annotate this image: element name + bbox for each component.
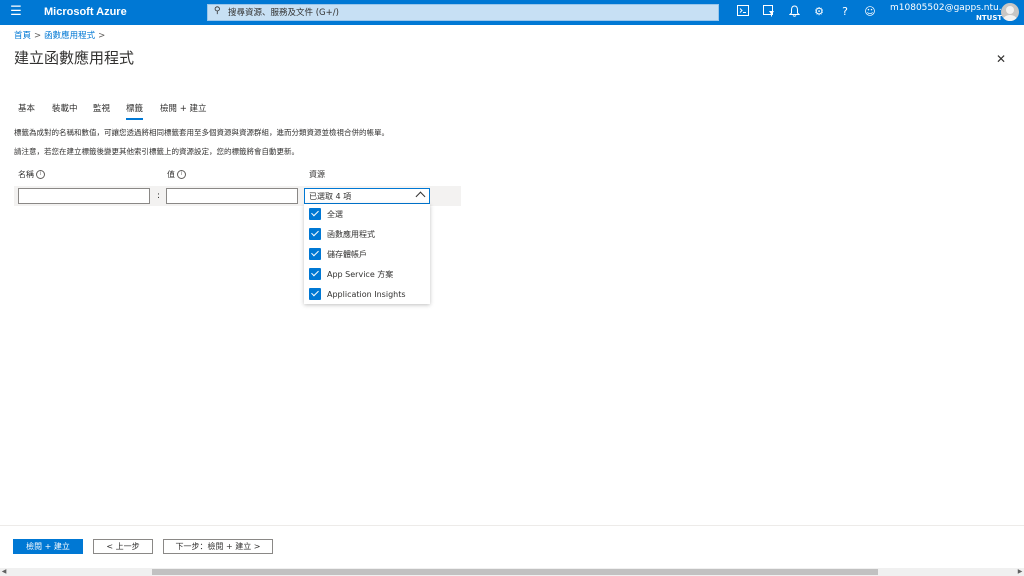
account-email[interactable]: m10805502@gapps.ntu... [890,3,1007,14]
tags-note: 請注意，若您在建立標籤後變更其他索引標籤上的資源設定，您的標籤將會自動更新。 [14,147,299,156]
option-storage-account[interactable]: 儲存體帳戶 [309,246,425,262]
name-header-label: 名稱 [18,170,34,179]
tag-name-input[interactable] [18,188,150,204]
avatar[interactable] [1001,3,1019,21]
search-input[interactable] [228,6,708,19]
bell-icon[interactable] [787,5,801,19]
option-application-insights[interactable]: Application Insights [309,286,425,302]
cloud-shell-icon[interactable] [736,5,750,19]
search-box[interactable]: ⚲ [207,4,719,21]
scroll-right-icon[interactable]: ▶ [1016,568,1024,576]
value-column-header: 值i [167,169,186,180]
option-function-app[interactable]: 函數應用程式 [309,226,425,242]
breadcrumb-home[interactable]: 首頁 [14,31,31,41]
checkbox-checked-icon[interactable] [309,268,321,280]
value-header-label: 值 [167,170,175,179]
checkbox-checked-icon[interactable] [309,228,321,240]
tab-hosting[interactable]: 裝載中 [52,103,78,115]
breadcrumb: 首頁 > 函數應用程式 > [14,31,108,42]
feedback-icon[interactable]: ☺ [863,5,877,19]
help-icon[interactable]: ? [838,5,852,19]
scrollbar-thumb[interactable] [152,569,878,575]
resource-column-header: 資源 [309,170,325,179]
name-value-separator: : [157,191,161,201]
checkbox-checked-icon[interactable] [309,288,321,300]
info-icon[interactable]: i [177,170,186,179]
tab-monitoring[interactable]: 監視 [93,103,110,115]
option-label: 儲存體帳戶 [327,250,367,259]
tag-value-input[interactable] [166,188,298,204]
tags-description: 標籤為成對的名稱和數值，可讓您透過將相同標籤套用至多個資源與資源群組，進而分類資… [14,128,389,137]
resource-dropdown-panel: 全選 函數應用程式 儲存體帳戶 App Service 方案 Applicati… [304,204,430,304]
previous-button[interactable]: < 上一步 [93,539,153,554]
close-icon[interactable]: ✕ [994,52,1008,66]
tab-tags[interactable]: 標籤 [126,103,144,120]
top-bar: ☰ Microsoft Azure ⚲ ⚙ ? ☺ m10805502@gapp… [0,0,1024,25]
tab-review-create[interactable]: 檢閱 + 建立 [160,103,207,115]
scroll-left-icon[interactable]: ◀ [0,568,8,576]
resource-dropdown-value: 已選取 4 項 [309,192,352,201]
option-label: 全選 [327,210,343,219]
chevron-up-icon [415,191,426,202]
tab-basics[interactable]: 基本 [18,103,35,115]
option-label: Application Insights [327,290,406,299]
brand-title[interactable]: Microsoft Azure [44,5,127,20]
option-select-all[interactable]: 全選 [309,206,425,222]
option-label: App Service 方案 [327,270,394,279]
option-app-service-plan[interactable]: App Service 方案 [309,266,425,282]
breadcrumb-current[interactable]: 函數應用程式 [44,31,95,41]
account-org[interactable]: NTUST [976,14,1002,23]
review-create-button[interactable]: 檢閱 + 建立 [13,539,83,554]
page-title: 建立函數應用程式 [14,49,135,67]
footer-divider [0,525,1024,526]
checkbox-checked-icon[interactable] [309,248,321,260]
resource-dropdown[interactable]: 已選取 4 項 [304,188,430,204]
info-icon[interactable]: i [36,170,45,179]
directory-filter-icon[interactable] [762,5,776,19]
name-column-header: 名稱 i [18,169,45,180]
next-button[interactable]: 下一步：檢閱 + 建立 > [163,539,273,554]
breadcrumb-separator: > [34,31,42,41]
horizontal-scrollbar[interactable]: ◀ ▶ [0,568,1024,576]
hamburger-icon[interactable]: ☰ [9,4,23,20]
search-icon: ⚲ [214,6,221,16]
option-label: 函數應用程式 [327,230,375,239]
breadcrumb-separator: > [98,31,106,41]
checkbox-checked-icon[interactable] [309,208,321,220]
gear-icon[interactable]: ⚙ [812,5,826,19]
